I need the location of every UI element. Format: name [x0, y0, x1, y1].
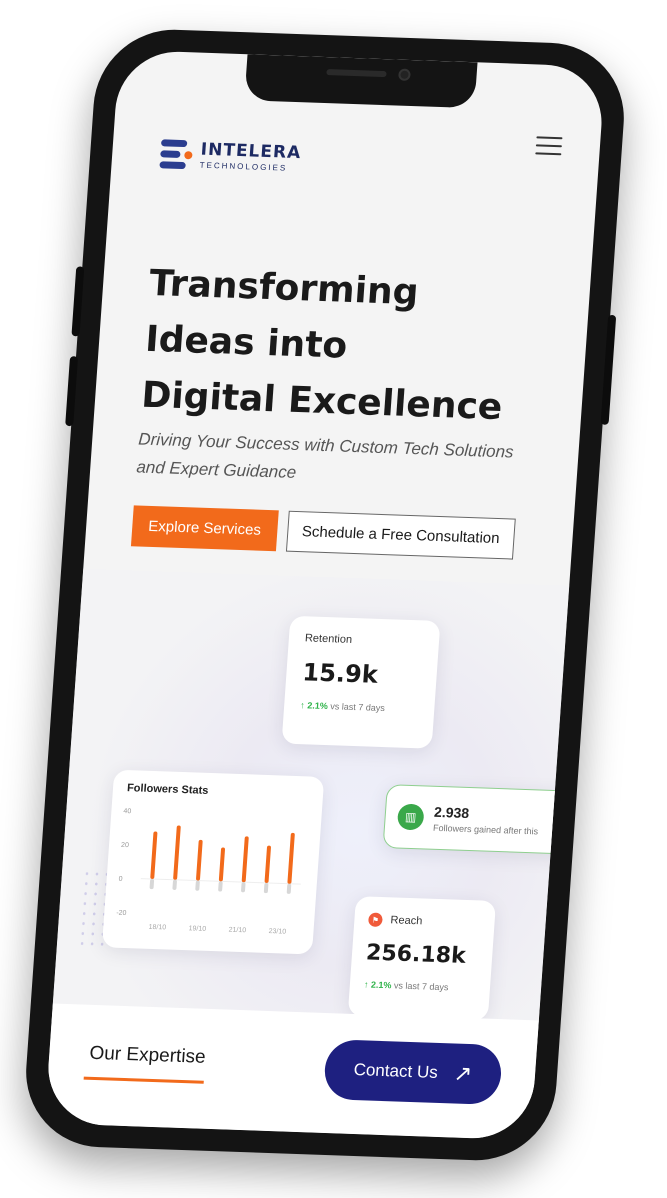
retention-delta-value: 2.1% [306, 700, 329, 712]
x-tick-label: 23/10 [268, 928, 286, 936]
flag-icon: ⚑ [367, 912, 383, 927]
speaker-grille [326, 69, 387, 78]
retention-delta: ↑ 2.1% vs last 7 days [300, 700, 419, 714]
reach-value: 256.18k [365, 940, 467, 969]
chart-bar-negative [286, 883, 292, 894]
arrow-up-right-icon: ↗ [452, 1060, 474, 1087]
phone-screen: INTELERA TECHNOLOGIES Transforming Ideas… [44, 49, 606, 1141]
brand-logo[interactable]: INTELERA TECHNOLOGIES [159, 139, 302, 174]
reach-header: ⚑ Reach [367, 912, 481, 931]
front-camera-icon [398, 68, 411, 81]
retention-value: 15.9k [301, 658, 379, 689]
reach-delta: ↑ 2.1% vs last 7 days [364, 979, 477, 993]
retention-delta-suffix: vs last 7 days [329, 701, 386, 714]
followers-gained-card: ▥ 2.938 Followers gained after this [382, 784, 577, 855]
bottom-bar: Our Expertise Contact Us ↗ [44, 1003, 539, 1141]
logo-mark-icon [159, 139, 193, 170]
chart-bar [173, 825, 181, 880]
reach-delta-suffix: vs last 7 days [393, 980, 449, 993]
phone-mockup: INTELERA TECHNOLOGIES Transforming Ideas… [20, 27, 630, 1163]
y-tick-label: 40 [123, 808, 131, 815]
chart-bar-negative [218, 881, 223, 892]
x-tick-label: 21/10 [228, 927, 246, 935]
y-tick-label: -20 [116, 910, 127, 917]
chart-bar [241, 836, 249, 883]
brand-subtitle: TECHNOLOGIES [199, 160, 288, 173]
brand-name: INTELERA [200, 139, 302, 164]
arrow-up-icon: ↑ [363, 979, 369, 990]
reach-card: ⚑ Reach 256.18k ↑ 2.1% vs last 7 days [347, 896, 497, 1021]
chart-bar-negative [195, 880, 200, 891]
logo-text: INTELERA TECHNOLOGIES [199, 139, 302, 173]
active-tab-underline [83, 1076, 204, 1084]
arrow-up-icon: ↑ [299, 700, 306, 711]
our-expertise-tab[interactable]: Our Expertise [89, 1043, 207, 1069]
followers-gained-value: 2.938 [433, 803, 470, 821]
chart-bar [287, 832, 295, 884]
chart-bar [150, 831, 158, 879]
retention-card: Retention 15.9k ↑ 2.1% vs last 7 days [281, 615, 441, 749]
chart-bar-negative [241, 882, 246, 893]
hamburger-icon[interactable] [535, 134, 563, 157]
phone-notch [244, 54, 478, 109]
followers-stats-title: Followers Stats [126, 782, 209, 797]
chart-bar [218, 847, 226, 882]
x-tick-label: 18/10 [148, 924, 166, 932]
chart-bar-negative [149, 878, 155, 890]
followers-bar-chart: 40 20 0 -20 18/10 19/10 21/10 23/10 [116, 808, 301, 936]
hero-subtitle: Driving Your Success with Custom Tech So… [135, 429, 515, 482]
chart-bar [196, 839, 203, 881]
chart-bar [264, 845, 271, 883]
reach-delta-value: 2.1% [370, 979, 392, 991]
followers-stats-card: Followers Stats 40 20 0 -20 18/10 19/10 21/10 2… [101, 769, 325, 955]
followers-gained-text-block: 2.938 Followers gained after this [433, 803, 540, 836]
explore-services-button[interactable]: Explore Services [130, 505, 279, 552]
bar-chart-icon: ▥ [396, 803, 425, 831]
chart-bar-negative [172, 879, 177, 890]
chart-bar-negative [263, 882, 269, 894]
hero-title: Transforming Ideas into Digital Excellen… [140, 256, 572, 438]
x-tick-label: 19/10 [188, 925, 206, 933]
dashboard-illustration: Retention 15.9k ↑ 2.1% vs last 7 days Fo… [51, 568, 577, 1045]
hero-cta-row: Explore Services Schedule a Free Consult… [130, 505, 516, 560]
y-tick-label: 20 [121, 842, 129, 849]
y-tick-label: 0 [118, 876, 122, 883]
schedule-consultation-button[interactable]: Schedule a Free Consultation [285, 510, 516, 560]
contact-us-button[interactable]: Contact Us ↗ [322, 1039, 504, 1106]
reach-label: Reach [390, 914, 423, 928]
retention-label: Retention [304, 632, 353, 646]
contact-us-label: Contact Us [353, 1060, 439, 1082]
followers-gained-caption: Followers gained after this [432, 822, 539, 836]
